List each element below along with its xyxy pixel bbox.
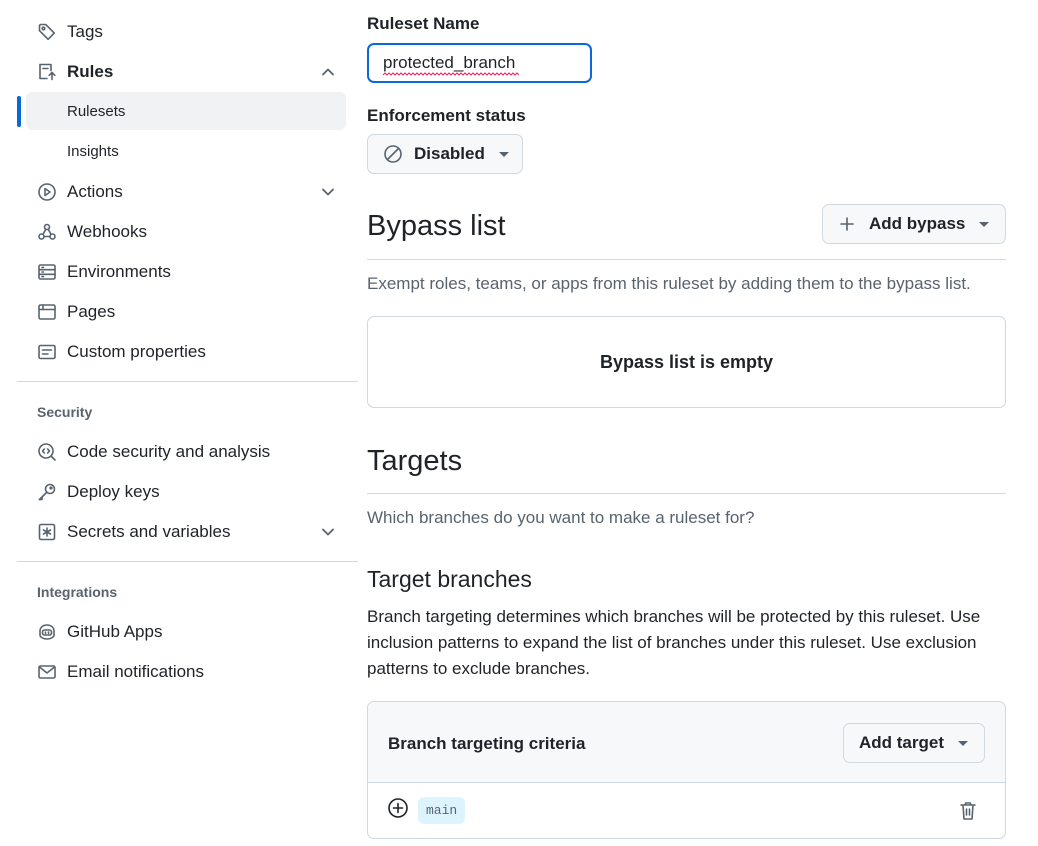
sidebar-item-pages[interactable]: Pages bbox=[26, 294, 346, 330]
sidebar-item-github-apps[interactable]: GitHub Apps bbox=[26, 614, 346, 650]
caret-down-icon bbox=[958, 740, 968, 746]
sidebar-item-label: Pages bbox=[67, 302, 116, 321]
add-bypass-button[interactable]: Add bypass bbox=[822, 204, 1006, 244]
sidebar-item-rules[interactable]: Rules bbox=[26, 54, 346, 90]
sidebar-item-label: Environments bbox=[67, 262, 171, 281]
sidebar-item-custom-properties[interactable]: Custom properties bbox=[26, 334, 346, 370]
sidebar-item-label: Tags bbox=[67, 22, 103, 41]
webhook-icon bbox=[36, 221, 58, 243]
disabled-icon bbox=[384, 145, 402, 163]
enforcement-status-dropdown[interactable]: Disabled bbox=[367, 134, 523, 174]
criteria-header: Branch targeting criteria Add target bbox=[368, 702, 1005, 783]
sidebar-item-deploy-keys[interactable]: Deploy keys bbox=[26, 474, 346, 510]
play-icon bbox=[36, 181, 58, 203]
section-divider bbox=[367, 259, 1006, 260]
ruleset-name-label: Ruleset Name bbox=[367, 14, 480, 33]
sidebar-item-secrets-variables[interactable]: Secrets and variables bbox=[26, 514, 346, 550]
add-target-label: Add target bbox=[859, 733, 944, 752]
branch-pattern-tag: main bbox=[418, 797, 466, 824]
mail-icon bbox=[36, 661, 58, 683]
sidebar-item-label: GitHub Apps bbox=[67, 622, 163, 641]
sidebar-item-label: Insights bbox=[67, 142, 119, 160]
sidebar-item-label: Rules bbox=[67, 62, 114, 81]
sidebar-item-label: Rulesets bbox=[67, 102, 126, 120]
section-heading-security: Security bbox=[37, 404, 93, 420]
server-icon bbox=[36, 261, 58, 283]
sidebar-item-email-notifications[interactable]: Email notifications bbox=[26, 654, 346, 690]
asterisk-icon bbox=[36, 521, 58, 543]
sidebar-divider bbox=[17, 381, 358, 382]
caret-down-icon bbox=[498, 151, 509, 157]
sidebar-item-actions[interactable]: Actions bbox=[26, 174, 346, 210]
copilot-icon bbox=[36, 621, 58, 643]
sidebar-item-label: Secrets and variables bbox=[67, 522, 231, 541]
chevron-down-icon[interactable] bbox=[320, 524, 336, 540]
criteria-title: Branch targeting criteria bbox=[388, 734, 586, 753]
sidebar-item-label: Actions bbox=[67, 182, 123, 201]
empty-state-text: Bypass list is empty bbox=[599, 351, 774, 372]
note-icon bbox=[36, 341, 58, 363]
bypass-list-heading: Bypass list bbox=[367, 210, 506, 242]
caret-down-icon bbox=[979, 221, 990, 227]
sidebar-divider bbox=[17, 561, 358, 562]
sidebar-item-label: Deploy keys bbox=[67, 482, 160, 501]
chevron-down-icon[interactable] bbox=[320, 184, 336, 200]
browser-icon bbox=[36, 301, 58, 323]
section-divider bbox=[367, 493, 1006, 494]
sidebar-item-label: Email notifications bbox=[67, 662, 205, 681]
sidebar-item-label: Custom properties bbox=[67, 342, 206, 361]
sidebar-item-webhooks[interactable]: Webhooks bbox=[26, 214, 346, 250]
section-heading-integrations: Integrations bbox=[37, 584, 118, 600]
spellcheck-underline bbox=[383, 72, 519, 76]
tag-icon bbox=[36, 21, 58, 43]
chevron-up-icon[interactable] bbox=[320, 64, 336, 80]
key-icon bbox=[36, 481, 58, 503]
target-branches-heading: Target branches bbox=[367, 566, 532, 592]
targets-description: Which branches do you want to make a rul… bbox=[367, 508, 755, 527]
rules-icon bbox=[36, 61, 58, 83]
settings-sidebar: Tags Rules Rulesets Insights Actions Web… bbox=[0, 0, 360, 846]
enforcement-status-label: Enforcement status bbox=[367, 106, 526, 125]
sidebar-item-rulesets[interactable]: Rulesets bbox=[26, 92, 346, 130]
sidebar-item-environments[interactable]: Environments bbox=[26, 254, 346, 290]
enforcement-status-value: Disabled bbox=[414, 144, 485, 163]
add-bypass-label: Add bypass bbox=[869, 214, 966, 233]
target-branches-description: Branch targeting determines which branch… bbox=[367, 607, 981, 678]
include-plus-circle-icon bbox=[388, 798, 408, 818]
codescan-icon bbox=[36, 441, 58, 463]
active-indicator bbox=[17, 96, 21, 127]
bypass-list-empty-state: Bypass list is empty bbox=[367, 316, 1006, 408]
plus-icon bbox=[840, 217, 854, 231]
sidebar-item-insights[interactable]: Insights bbox=[26, 132, 346, 170]
targets-heading: Targets bbox=[367, 445, 463, 477]
sidebar-item-label: Code security and analysis bbox=[67, 442, 271, 461]
sidebar-item-label: Webhooks bbox=[67, 222, 148, 241]
add-target-button[interactable]: Add target bbox=[843, 723, 985, 763]
branch-targeting-criteria-panel: Branch targeting criteria Add target mai… bbox=[367, 701, 1006, 839]
bypass-description: Exempt roles, teams, or apps from this r… bbox=[367, 274, 971, 293]
sidebar-item-code-security[interactable]: Code security and analysis bbox=[26, 434, 346, 470]
sidebar-item-tags[interactable]: Tags bbox=[26, 14, 346, 50]
ruleset-name-input[interactable] bbox=[367, 43, 592, 83]
trash-icon[interactable] bbox=[958, 800, 978, 822]
